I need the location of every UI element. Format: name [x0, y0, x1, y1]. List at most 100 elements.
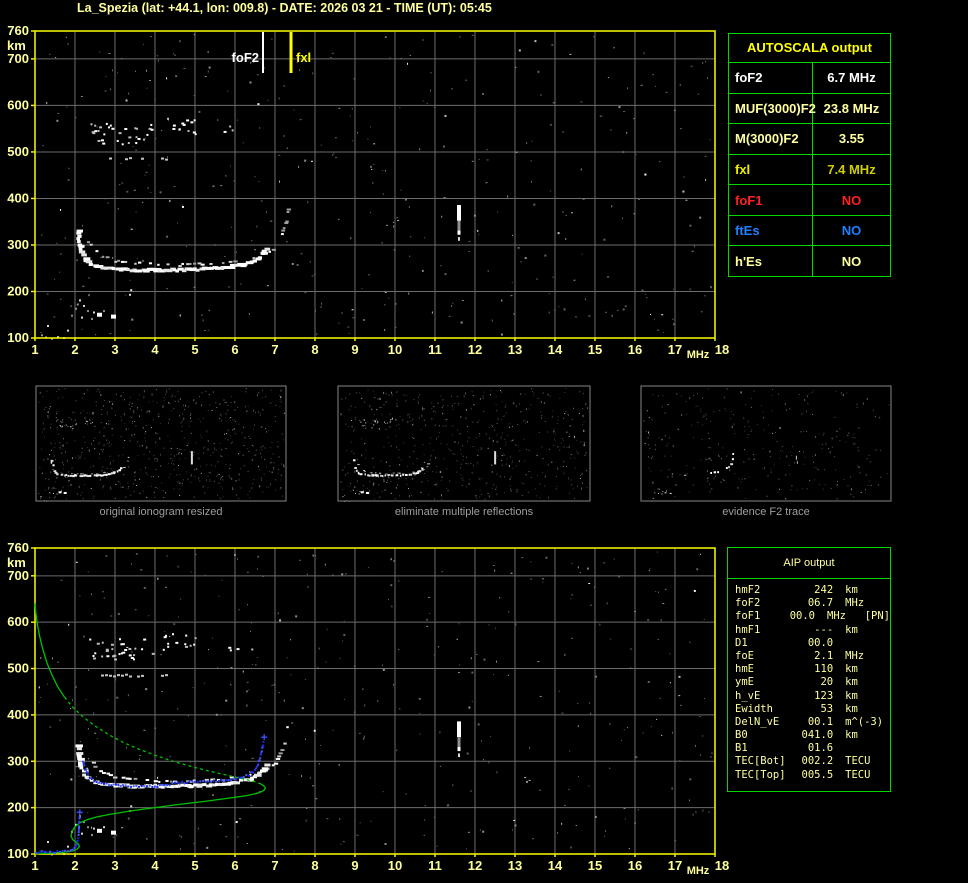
- table-row: ftEsNO: [729, 215, 890, 246]
- table-row: h_vE123km: [735, 690, 890, 703]
- svg-text:7: 7: [271, 342, 278, 357]
- aip-table-header: AIP output: [728, 548, 890, 579]
- parameter-value: 01.6: [790, 742, 833, 755]
- parameter-value: 20: [790, 676, 833, 689]
- table-row: DelN_vE00.1m^(-3): [735, 716, 890, 729]
- autoscala-table-header: AUTOSCALA output: [729, 34, 890, 62]
- parameter-note: [884, 703, 890, 716]
- parameter-note: [884, 637, 890, 650]
- svg-text:9: 9: [351, 342, 358, 357]
- svg-text:16: 16: [628, 858, 642, 873]
- parameter-label: foF2: [729, 63, 813, 93]
- svg-text:6: 6: [231, 858, 238, 873]
- svg-text:3: 3: [111, 858, 118, 873]
- svg-text:500: 500: [7, 144, 29, 159]
- table-row: hmF2242km: [735, 584, 890, 597]
- autoscala-output-table: AUTOSCALA output foF26.7 MHzMUF(3000)F22…: [728, 33, 891, 277]
- parameter-note: [884, 624, 890, 637]
- table-row: B101.6: [735, 742, 890, 755]
- parameter-note: [884, 716, 890, 729]
- table-row: foF100.0MHz[PN]: [735, 610, 890, 623]
- svg-text:11: 11: [428, 342, 442, 357]
- parameter-label: Ewidth: [735, 703, 790, 716]
- parameter-note: [884, 755, 890, 768]
- mini-panel-original: [36, 386, 286, 502]
- svg-text:10: 10: [388, 858, 402, 873]
- svg-text:12: 12: [468, 858, 482, 873]
- parameter-unit: MHz: [815, 610, 859, 623]
- parameter-label: DelN_vE: [735, 716, 790, 729]
- parameter-label: MUF(3000)F2: [729, 94, 813, 124]
- parameter-unit: km: [833, 690, 884, 703]
- parameter-note: [884, 742, 890, 755]
- svg-text:MHz: MHz: [687, 865, 710, 877]
- table-row: M(3000)F23.55: [729, 123, 890, 154]
- svg-text:300: 300: [7, 237, 29, 252]
- parameter-label: TEC[Bot]: [735, 755, 790, 768]
- parameter-label: h_vE: [735, 690, 790, 703]
- svg-text:17: 17: [668, 342, 682, 357]
- parameter-label: hmE: [735, 663, 790, 676]
- table-row: TEC[Bot]002.2TECU: [735, 755, 890, 768]
- svg-text:12: 12: [468, 342, 482, 357]
- parameter-value: 00.0: [780, 610, 815, 623]
- parameter-value: 110: [790, 663, 833, 676]
- table-row: fxl7.4 MHz: [729, 154, 890, 185]
- parameter-note: [884, 676, 890, 689]
- svg-text:5: 5: [191, 858, 198, 873]
- parameter-value: 3.55: [813, 124, 890, 154]
- parameter-unit: km: [833, 729, 884, 742]
- panel-caption-eliminate: eliminate multiple reflections: [338, 506, 590, 520]
- parameter-value: 041.0: [790, 729, 833, 742]
- panel-caption-original: original ionogram resized: [36, 506, 286, 520]
- table-row: ymE20km: [735, 676, 890, 689]
- parameter-value: 6.7 MHz: [813, 63, 890, 93]
- svg-text:7: 7: [271, 858, 278, 873]
- mini-panel-cleaned: [338, 386, 590, 502]
- panel-caption-evidence: evidence F2 trace: [641, 506, 891, 520]
- parameter-label: foF1: [729, 185, 813, 215]
- table-row: D100.0: [735, 637, 890, 650]
- parameter-label: D1: [735, 637, 790, 650]
- svg-text:760: 760: [7, 540, 29, 555]
- parameter-value: 23.8 MHz: [813, 94, 890, 124]
- svg-text:8: 8: [311, 858, 318, 873]
- parameter-value: NO: [813, 185, 890, 215]
- parameter-value: 123: [790, 690, 833, 703]
- parameter-value: NO: [813, 216, 890, 246]
- svg-text:4: 4: [151, 342, 159, 357]
- parameter-unit: km: [833, 703, 884, 716]
- parameter-label: M(3000)F2: [729, 124, 813, 154]
- svg-text:760: 760: [7, 23, 29, 38]
- mini-panel-evidence: [641, 386, 891, 502]
- svg-text:km: km: [7, 555, 26, 570]
- parameter-note: [884, 650, 890, 663]
- parameter-unit: km: [833, 663, 884, 676]
- autoscala-window: La_Spezia (lat: +44.1, lon: 009.8) - DAT…: [0, 0, 968, 883]
- parameter-value: 00.0: [790, 637, 833, 650]
- aip-table-rows: hmF2242kmfoF206.7MHzfoF100.0MHz[PN]hmF1-…: [728, 579, 890, 782]
- table-row: MUF(3000)F223.8 MHz: [729, 93, 890, 124]
- svg-text:100: 100: [7, 330, 29, 345]
- svg-text:foF2: foF2: [232, 50, 259, 65]
- parameter-value: 53: [790, 703, 833, 716]
- svg-text:300: 300: [7, 753, 29, 768]
- svg-text:1: 1: [31, 342, 38, 357]
- bottom-ionogram-plot: 760700600500400300200100km12345678910111…: [7, 540, 729, 877]
- autoscala-table-rows: foF26.7 MHzMUF(3000)F223.8 MHzM(3000)F23…: [729, 62, 890, 276]
- svg-text:2: 2: [71, 858, 78, 873]
- svg-text:500: 500: [7, 661, 29, 676]
- table-row: B0041.0km: [735, 729, 890, 742]
- parameter-label: foF1: [735, 610, 780, 623]
- parameter-note: [884, 597, 890, 610]
- parameter-note: [884, 769, 890, 782]
- table-row: foE2.1MHz: [735, 650, 890, 663]
- parameter-label: ftEs: [729, 216, 813, 246]
- parameter-note: [PN]: [859, 610, 890, 623]
- parameter-label: ymE: [735, 676, 790, 689]
- svg-text:15: 15: [588, 858, 602, 873]
- parameter-note: [884, 584, 890, 597]
- parameter-label: h'Es: [729, 246, 813, 276]
- svg-text:3: 3: [111, 342, 118, 357]
- table-row: foF1NO: [729, 184, 890, 215]
